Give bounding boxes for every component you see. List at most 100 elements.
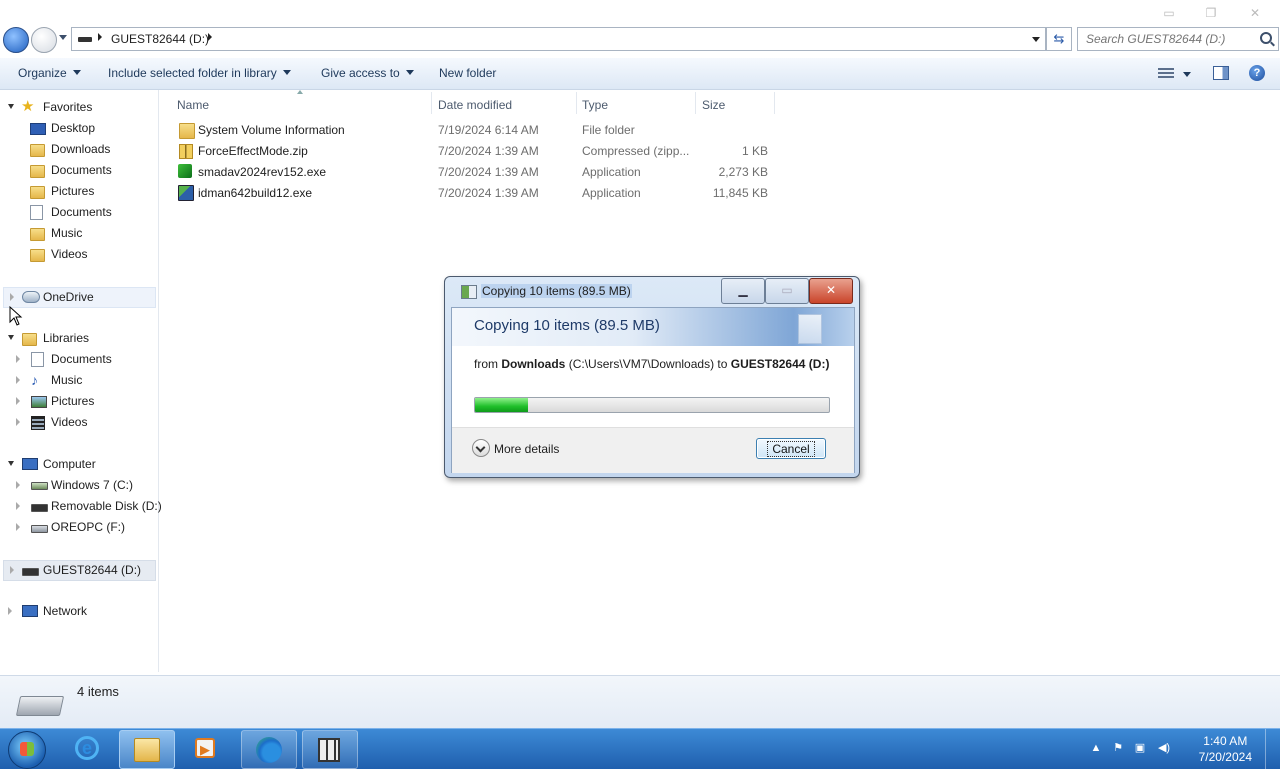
table-row[interactable]: idman642build12.exe 7/20/2024 1:39 AM Ap… — [176, 183, 776, 204]
column-header-name[interactable]: Name — [177, 94, 209, 116]
network-icon — [22, 605, 38, 617]
clock-time: 1:40 AM — [1203, 734, 1248, 748]
drive-icon — [15, 696, 65, 716]
more-details-label[interactable]: More details — [494, 442, 559, 456]
document-icon — [798, 314, 822, 344]
expand-closed-icon[interactable] — [10, 566, 14, 574]
help-icon[interactable]: ? — [1249, 65, 1265, 81]
taskbar-file-explorer[interactable] — [119, 730, 175, 769]
preview-pane-icon[interactable] — [1213, 66, 1229, 80]
taskbar-media-player[interactable]: ▶ — [180, 730, 234, 767]
source-path: (C:\Users\VM7\Downloads) to — [565, 357, 731, 371]
expand-closed-icon[interactable] — [16, 523, 20, 531]
network-status-icon[interactable]: ▣ — [1134, 742, 1146, 754]
nav-current-drive[interactable]: GUEST82644 (D:) — [3, 560, 156, 581]
edge-browser-icon — [256, 737, 282, 763]
file-date: 7/20/2024 1:39 AM — [438, 165, 539, 179]
expand-closed-icon[interactable] — [16, 376, 20, 384]
expand-closed-icon[interactable] — [16, 418, 20, 426]
close-window-button[interactable]: ✕ — [1242, 4, 1268, 22]
nav-item-label: Pictures — [51, 394, 95, 408]
breadcrumb-current[interactable]: GUEST82644 (D:) — [111, 32, 209, 46]
dialog-header: Copying 10 items (89.5 MB) — [452, 308, 854, 346]
address-dropdown-icon[interactable] — [1032, 37, 1040, 42]
include-in-library-menu[interactable]: Include selected folder in library — [108, 66, 291, 80]
search-icon[interactable] — [1260, 32, 1272, 44]
nav-onedrive[interactable]: OneDrive — [3, 287, 156, 308]
column-header-type[interactable]: Type — [582, 94, 608, 116]
copy-icon — [461, 285, 477, 299]
breadcrumb-separator-icon[interactable] — [208, 33, 212, 41]
taskbar-calculator[interactable] — [302, 730, 358, 769]
chevron-down-icon — [72, 70, 81, 75]
back-button[interactable] — [3, 27, 29, 53]
recent-pages-dropdown[interactable] — [59, 35, 67, 40]
file-size: 1 KB — [741, 144, 768, 158]
file-date: 7/19/2024 6:14 AM — [438, 123, 539, 137]
show-hidden-icons-icon[interactable]: ▲ — [1090, 742, 1102, 754]
column-header-date[interactable]: Date modified — [438, 94, 512, 116]
search-box[interactable] — [1077, 27, 1279, 51]
expand-details-icon[interactable] — [472, 439, 490, 457]
progress-fill — [475, 398, 529, 412]
cancel-button[interactable]: Cancel — [756, 438, 826, 459]
dialog-close-button[interactable]: ✕ — [809, 278, 853, 304]
minimize-button[interactable]: ▭ — [1156, 4, 1182, 22]
media-player-icon: ▶ — [195, 738, 215, 758]
file-name: ForceEffectMode.zip — [198, 144, 308, 158]
table-row[interactable]: smadav2024rev152.exe 7/20/2024 1:39 AM A… — [176, 162, 776, 183]
nav-item-label: Documents — [51, 205, 112, 219]
expand-open-icon[interactable] — [8, 461, 14, 466]
dialog-heading: Copying 10 items (89.5 MB) — [474, 317, 660, 334]
expand-open-icon[interactable] — [8, 104, 14, 109]
column-divider[interactable] — [576, 92, 577, 114]
copy-source-destination: from Downloads (C:\Users\VM7\Downloads) … — [474, 357, 829, 371]
libraries-icon — [22, 333, 37, 346]
downloads-folder-icon — [30, 144, 45, 157]
column-divider[interactable] — [774, 92, 775, 114]
refresh-button[interactable]: ⇆ — [1046, 27, 1072, 51]
expand-closed-icon[interactable] — [16, 481, 20, 489]
pictures-folder-icon — [30, 186, 45, 199]
new-folder-button[interactable]: New folder — [439, 66, 496, 80]
expand-closed-icon[interactable] — [10, 293, 14, 301]
dialog-minimize-button[interactable]: ▁ — [721, 278, 765, 304]
expand-closed-icon[interactable] — [16, 502, 20, 510]
breadcrumb-separator-icon[interactable] — [98, 33, 102, 41]
taskbar-edge[interactable] — [241, 730, 297, 769]
column-divider[interactable] — [431, 92, 432, 114]
forward-button[interactable] — [31, 27, 57, 53]
file-date: 7/20/2024 1:39 AM — [438, 186, 539, 200]
show-desktop-button[interactable] — [1265, 729, 1280, 769]
maximize-button[interactable]: ❐ — [1198, 4, 1224, 22]
internet-explorer-icon: e — [75, 736, 99, 760]
volume-icon[interactable]: ◀) — [1156, 742, 1172, 754]
search-input[interactable] — [1084, 31, 1258, 47]
address-bar[interactable]: GUEST82644 (D:) — [71, 27, 1046, 51]
clock[interactable]: 1:40 AM 7/20/2024 — [1199, 733, 1252, 765]
table-row[interactable]: ForceEffectMode.zip 7/20/2024 1:39 AM Co… — [176, 141, 776, 162]
expand-closed-icon[interactable] — [16, 355, 20, 363]
file-name: System Volume Information — [198, 123, 345, 137]
documents-folder-icon — [30, 165, 45, 178]
mouse-cursor-icon — [9, 306, 23, 326]
organize-menu[interactable]: Organize — [18, 66, 81, 80]
file-type: File folder — [582, 123, 635, 137]
table-row[interactable]: System Volume Information 7/19/2024 6:14… — [176, 120, 776, 141]
nav-item-label: Videos — [51, 247, 88, 261]
zip-folder-icon — [179, 144, 193, 159]
views-dropdown-icon[interactable] — [1183, 72, 1191, 77]
views-icon[interactable] — [1158, 68, 1174, 79]
taskbar-internet-explorer[interactable]: e — [62, 730, 116, 767]
item-count: 4 items — [77, 684, 119, 699]
expand-closed-icon[interactable] — [16, 397, 20, 405]
column-divider[interactable] — [695, 92, 696, 114]
expand-open-icon[interactable] — [8, 335, 14, 340]
expand-closed-icon[interactable] — [8, 607, 12, 615]
give-access-menu[interactable]: Give access to — [321, 66, 414, 80]
include-library-label: Include selected folder in library — [108, 66, 277, 80]
desktop-icon — [30, 123, 46, 135]
column-header-size[interactable]: Size — [702, 94, 725, 116]
start-button[interactable] — [8, 731, 46, 769]
action-center-flag-icon[interactable]: ⚑ — [1112, 742, 1124, 754]
